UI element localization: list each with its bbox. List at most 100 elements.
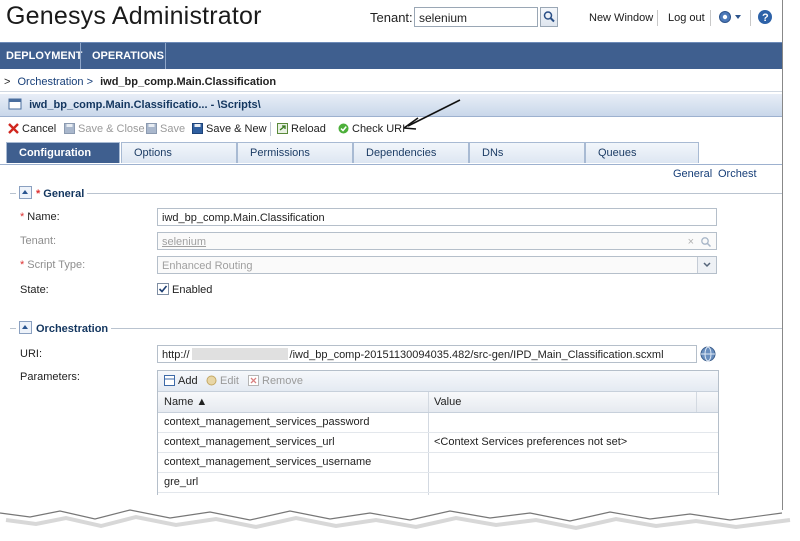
column-divider (428, 392, 429, 412)
help-button[interactable]: ? (757, 9, 773, 28)
uri-prefix: http:// (162, 349, 190, 361)
redacted-host (191, 348, 288, 360)
tenant-field: selenium × (157, 232, 717, 250)
add-table-icon (164, 375, 175, 386)
nav-deployment[interactable]: DEPLOYMENT (0, 43, 88, 69)
grid-header: Name ▲ Value (158, 392, 718, 413)
save-label: Save (160, 123, 186, 135)
tenant-search-button[interactable] (540, 7, 558, 27)
general-section-title: General (43, 188, 85, 200)
object-title-bar: iwd_bp_comp.Main.Classificatio... - \Scr… (0, 94, 782, 117)
chevron-down-icon (703, 262, 711, 268)
disk-icon (192, 123, 203, 134)
uri-suffix: /iwd_bp_comp-20151130094035.482/src-gen/… (289, 349, 664, 361)
breadcrumb-current: iwd_bp_comp.Main.Classification (100, 76, 277, 88)
reload-icon (277, 123, 288, 134)
orchestration-section-header[interactable]: Orchestration (16, 321, 112, 335)
tab-configuration[interactable]: Configuration (6, 142, 120, 163)
section-divider (10, 193, 782, 194)
tenant-label: Tenant: (370, 10, 413, 25)
uri-field[interactable]: http:// /iwd_bp_comp-20151130094035.482/s… (157, 345, 697, 363)
save-close-label: Save & Close (78, 123, 145, 135)
param-name: context_management_services_password (164, 416, 370, 428)
save-new-label: Save & New (206, 123, 267, 135)
table-row[interactable]: gre_url (158, 473, 718, 493)
name-label: * Name: (20, 211, 60, 223)
sublink-orchestration[interactable]: Orchest (718, 168, 757, 180)
tab-queues[interactable]: Queues (585, 142, 699, 163)
collapse-icon (19, 186, 32, 199)
section-divider (10, 328, 782, 329)
tab-permissions[interactable]: Permissions (237, 142, 353, 163)
name-field[interactable]: iwd_bp_comp.Main.Classification (157, 208, 717, 226)
globe-icon[interactable] (700, 346, 716, 362)
toolbar-divider (270, 122, 271, 136)
add-button[interactable]: Add (164, 371, 198, 391)
sublink-general[interactable]: General (673, 168, 712, 180)
tenant-input[interactable]: selenium (414, 7, 538, 27)
tab-options[interactable]: Options (121, 142, 237, 163)
new-window-link[interactable]: New Window (589, 12, 653, 24)
tab-dns[interactable]: DNs (469, 142, 585, 163)
save-button[interactable]: Save (146, 118, 185, 140)
script-type-value: Enhanced Routing (162, 260, 253, 272)
close-icon (8, 123, 19, 134)
nav-operations[interactable]: OPERATIONS (86, 43, 170, 69)
column-header-name[interactable]: Name ▲ (164, 392, 207, 412)
annotation-arrow-icon (403, 99, 461, 130)
check-circle-icon (338, 123, 349, 134)
enabled-checkbox[interactable]: Enabled (157, 283, 212, 296)
disk-icon (146, 123, 157, 134)
svg-text:?: ? (762, 12, 769, 24)
remove-label: Remove (262, 375, 303, 387)
script-icon (8, 98, 22, 110)
edit-button[interactable]: Edit (206, 371, 239, 391)
parameters-grid: Add Edit Remove Name ▲ Value context_man… (157, 370, 719, 510)
reload-button[interactable]: Reload (277, 118, 326, 140)
edit-icon (206, 375, 217, 386)
cancel-button[interactable]: Cancel (8, 118, 56, 140)
tab-dependencies[interactable]: Dependencies (353, 142, 469, 163)
breadcrumb: > Orchestration > iwd_bp_comp.Main.Class… (0, 73, 782, 92)
enabled-label: Enabled (172, 284, 213, 296)
disk-icon (64, 123, 75, 134)
clear-icon: × (687, 236, 694, 248)
collapse-icon (19, 321, 32, 334)
window-frame: Genesys Administrator Tenant: selenium N… (0, 0, 783, 510)
script-type-label: * Script Type: (20, 259, 86, 271)
remove-button[interactable]: Remove (248, 371, 303, 391)
logout-link[interactable]: Log out (668, 12, 705, 24)
column-divider (428, 473, 429, 492)
column-divider (428, 433, 429, 452)
tenant-field-value: selenium (162, 236, 207, 248)
cancel-label: Cancel (22, 123, 57, 135)
uri-label: URI: (20, 348, 42, 360)
check-uri-label: Check URI (352, 123, 406, 135)
column-header-value[interactable]: Value (434, 392, 461, 412)
app-title: Genesys Administrator (6, 2, 262, 30)
param-name: context_management_services_url (164, 436, 335, 448)
torn-edge-shadow (0, 495, 791, 531)
toolbar: Cancel Save & Close Save Save & New Relo… (0, 99, 782, 140)
check-uri-button[interactable]: Check URI (338, 118, 405, 140)
dropdown-button[interactable] (697, 257, 716, 273)
param-value: <Context Services preferences not set> (434, 436, 628, 448)
table-row[interactable]: context_management_services_url <Context … (158, 433, 718, 453)
orchestration-section-title: Orchestration (36, 323, 109, 335)
gear-icon (719, 11, 741, 23)
help-icon: ? (758, 10, 772, 24)
save-new-button[interactable]: Save & New (192, 118, 267, 140)
remove-table-icon (248, 375, 259, 386)
parameters-label: Parameters: (20, 371, 80, 383)
settings-menu-button[interactable] (717, 9, 743, 28)
table-row[interactable]: context_management_services_username (158, 453, 718, 473)
param-name: context_management_services_username (164, 456, 372, 468)
app-header: Genesys Administrator Tenant: selenium N… (0, 0, 782, 38)
edit-label: Edit (220, 375, 239, 387)
save-close-button[interactable]: Save & Close (64, 118, 145, 140)
script-type-select[interactable]: Enhanced Routing (157, 256, 717, 274)
table-row[interactable]: context_management_services_password (158, 413, 718, 433)
reload-label: Reload (291, 123, 326, 135)
general-section-header[interactable]: * General (16, 186, 88, 200)
breadcrumb-parent[interactable]: Orchestration > (18, 76, 94, 88)
